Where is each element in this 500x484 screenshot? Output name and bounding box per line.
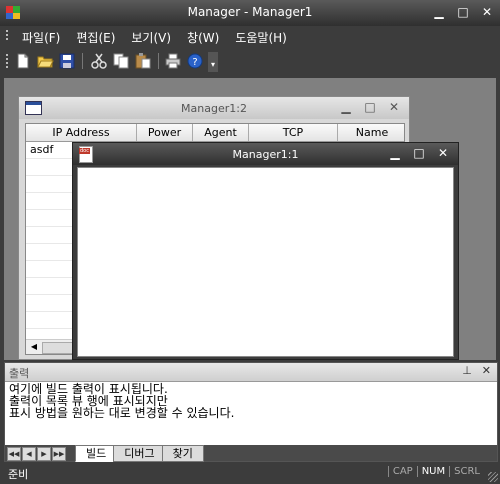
- paste-icon[interactable]: [134, 52, 152, 70]
- table-row[interactable]: asdf: [26, 142, 74, 159]
- help-icon[interactable]: ?: [186, 52, 204, 70]
- status-indicator-scrl: SCRL: [449, 466, 484, 477]
- horizontal-scrollbar[interactable]: ◀: [26, 339, 74, 354]
- table-row-empty: [26, 295, 74, 312]
- minimize-button[interactable]: ▁: [339, 100, 353, 114]
- column-header-agent[interactable]: Agent: [193, 124, 249, 141]
- close-button[interactable]: ✕: [436, 146, 450, 160]
- maximize-button[interactable]: □: [363, 100, 377, 114]
- scroll-left-icon[interactable]: ◀: [28, 341, 40, 353]
- grid-rows: asdf: [26, 142, 74, 338]
- new-icon[interactable]: [14, 52, 32, 70]
- menu-grip[interactable]: [6, 30, 8, 42]
- status-bar: 준비 CAP NUM SCRL: [0, 462, 500, 484]
- output-tab-bar: ◀◀ ◀ ▶ ▶▶ 빌드 디버그 찾기: [5, 445, 497, 462]
- table-row-empty: [26, 261, 74, 278]
- menu-bar: 파일(F) 편집(E) 보기(V) 창(W) 도움말(H): [0, 26, 500, 46]
- toolbar: ? ▾: [0, 48, 220, 74]
- tab-find[interactable]: 찾기: [161, 445, 204, 462]
- output-titlebar[interactable]: 출력 ⊥ ✕: [5, 363, 497, 382]
- scroll-thumb[interactable]: [42, 342, 74, 354]
- pin-icon[interactable]: ⊥: [462, 364, 472, 377]
- window-title-doc: Manager1: [252, 5, 313, 19]
- save-icon[interactable]: [58, 52, 76, 70]
- print-icon[interactable]: [164, 52, 182, 70]
- prev-tab-icon[interactable]: ◀: [22, 447, 36, 461]
- menu-view[interactable]: 보기(V): [123, 28, 179, 47]
- tab-debug[interactable]: 디버그: [113, 445, 166, 462]
- close-button[interactable]: ✕: [482, 364, 491, 377]
- menu-edit[interactable]: 편집(E): [68, 28, 123, 47]
- table-row-empty: [26, 278, 74, 295]
- column-header-name[interactable]: Name: [338, 124, 404, 141]
- close-button[interactable]: ✕: [480, 5, 494, 19]
- title-bar[interactable]: Manager - Manager1 ▁ □ ✕: [0, 0, 500, 26]
- maximize-button[interactable]: □: [456, 5, 470, 19]
- next-tab-icon[interactable]: ▶: [37, 447, 51, 461]
- child-window-1-1-client[interactable]: [77, 167, 454, 357]
- column-header-ip-address[interactable]: IP Address: [26, 124, 137, 141]
- table-row-empty: [26, 193, 74, 210]
- status-indicator-cap: CAP: [387, 466, 417, 477]
- open-icon[interactable]: [36, 52, 54, 70]
- table-row-empty: [26, 210, 74, 227]
- maximize-button[interactable]: □: [412, 146, 426, 160]
- copy-icon[interactable]: [112, 52, 130, 70]
- svg-text:?: ?: [192, 57, 197, 68]
- column-header-power[interactable]: Power: [137, 124, 193, 141]
- table-row-empty: [26, 227, 74, 244]
- close-button[interactable]: ✕: [387, 100, 401, 114]
- window-title: Manager - Manager1: [0, 5, 500, 19]
- menu-window[interactable]: 창(W): [179, 28, 227, 47]
- toolbar-separator: [82, 53, 83, 69]
- toolbar-separator: [158, 53, 159, 69]
- cut-icon[interactable]: [90, 52, 108, 70]
- status-indicator-num: NUM: [416, 466, 449, 477]
- toolbar-grip[interactable]: [6, 54, 8, 68]
- menu-file[interactable]: 파일(F): [14, 28, 68, 47]
- child-window-1-2-titlebar[interactable]: Manager1:2 ▁ □ ✕: [19, 97, 409, 119]
- child-window-1-1[interactable]: Manager1:1 ▁ □ ✕: [72, 142, 459, 360]
- toolbar-overflow-icon[interactable]: ▾: [208, 52, 218, 72]
- status-text: 준비: [8, 468, 29, 481]
- child-window-1-1-titlebar[interactable]: Manager1:1 ▁ □ ✕: [73, 143, 458, 165]
- window-title-app: Manager: [187, 5, 241, 19]
- minimize-button[interactable]: ▁: [388, 146, 402, 160]
- last-tab-icon[interactable]: ▶▶: [52, 447, 66, 461]
- table-row-empty: [26, 312, 74, 329]
- tab-build[interactable]: 빌드: [75, 445, 118, 462]
- main-window: Manager - Manager1 ▁ □ ✕ 파일(F) 편집(E) 보기(…: [0, 0, 500, 484]
- output-title: 출력: [9, 367, 30, 380]
- output-pane: 출력 ⊥ ✕ 여기에 빌드 출력이 표시됩니다. 출력이 목록 뷰 행에 표시되지…: [4, 362, 498, 462]
- column-header-tcp[interactable]: TCP: [249, 124, 338, 141]
- table-row-empty: [26, 176, 74, 193]
- output-line: 표시 방법을 원하는 대로 변경할 수 있습니다.: [9, 406, 235, 420]
- output-text: 여기에 빌드 출력이 표시됩니다. 출력이 목록 뷰 행에 표시되지만 표시 방법을…: [9, 383, 234, 419]
- resize-grip-icon[interactable]: [488, 472, 498, 482]
- window-title-separator: -: [240, 5, 253, 19]
- table-row-empty: [26, 159, 74, 176]
- minimize-button[interactable]: ▁: [432, 5, 446, 19]
- grid-header: IP Address Power Agent TCP Name: [26, 124, 404, 142]
- menu-help[interactable]: 도움말(H): [227, 28, 295, 47]
- first-tab-icon[interactable]: ◀◀: [7, 447, 21, 461]
- table-row-empty: [26, 244, 74, 261]
